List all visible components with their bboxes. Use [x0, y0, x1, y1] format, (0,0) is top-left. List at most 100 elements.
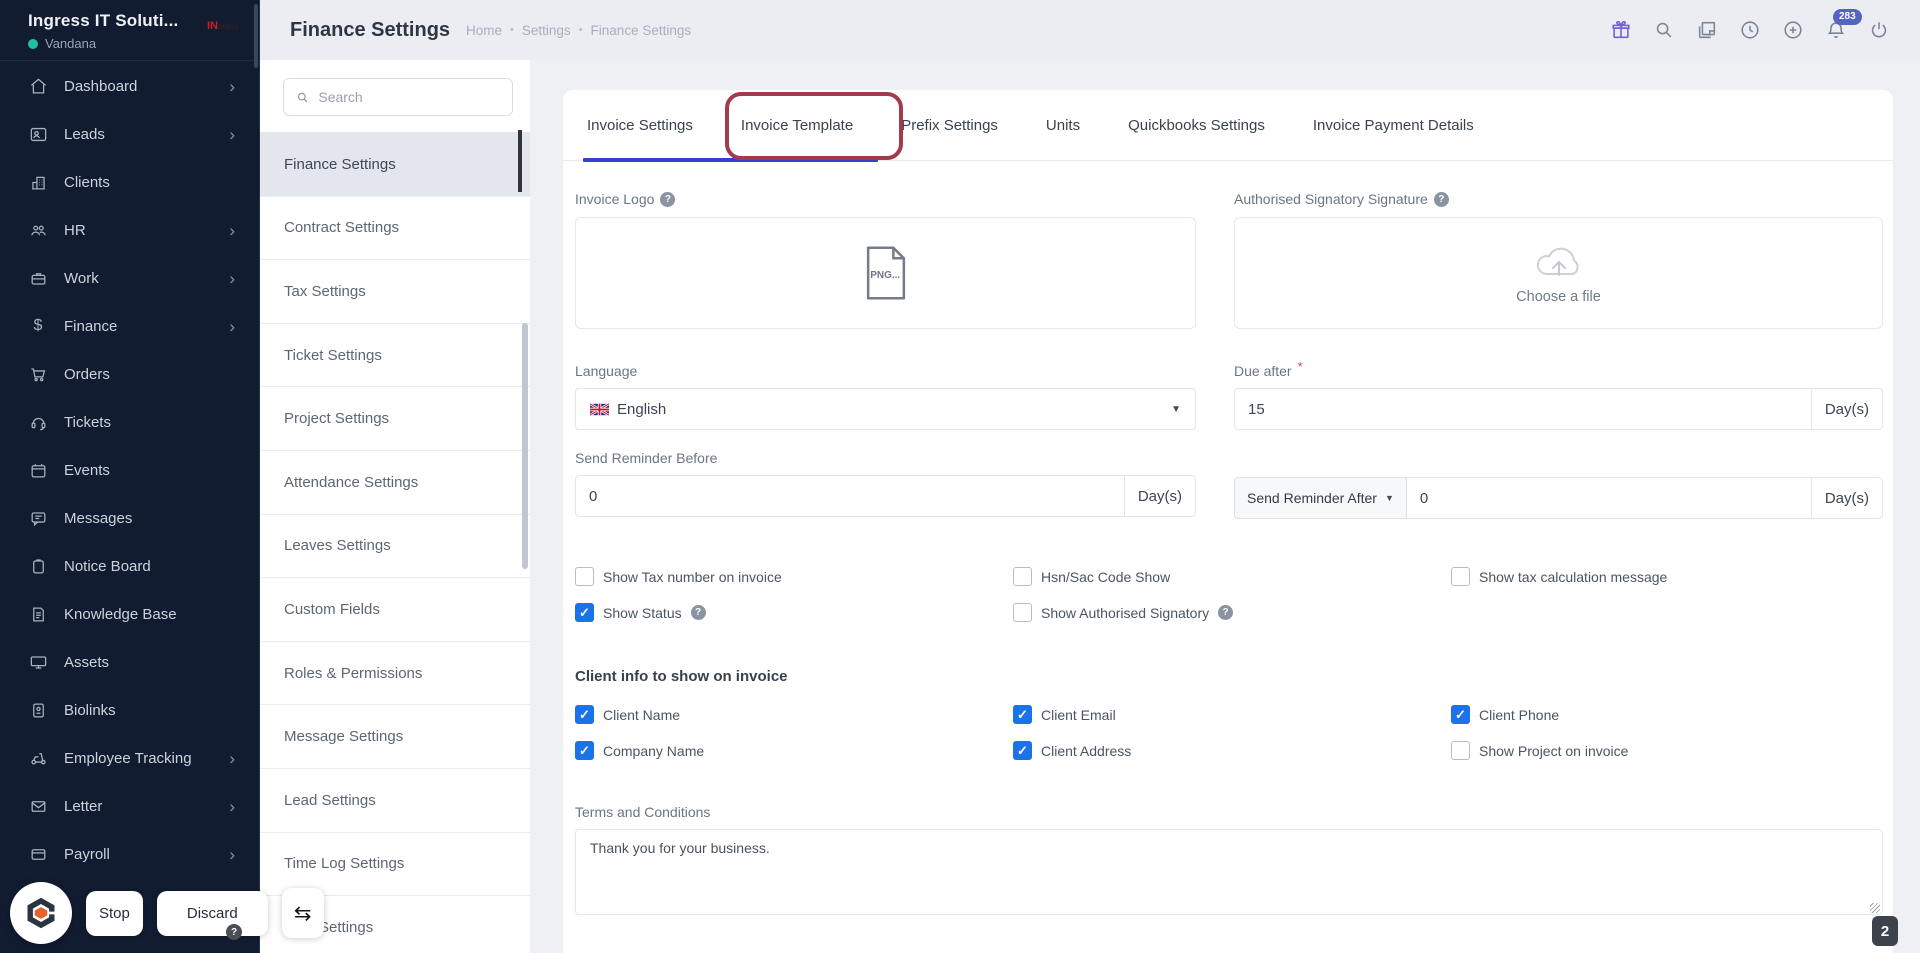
due-after-input[interactable] — [1234, 388, 1811, 430]
language-select[interactable]: English ▼ — [575, 388, 1196, 430]
checkbox-company-name[interactable]: ✓ — [575, 741, 594, 760]
sidebar-item-clients[interactable]: Clients — [0, 158, 259, 206]
terms-textarea[interactable]: Thank you for your business. — [575, 829, 1883, 915]
sidebar-item-employee-tracking[interactable]: Employee Tracking › — [0, 734, 259, 782]
sidebar-item-orders[interactable]: Orders — [0, 350, 259, 398]
plus-circle-icon[interactable] — [1780, 17, 1806, 43]
settings-nav-item-ticket-settings[interactable]: Ticket Settings — [260, 323, 530, 388]
reminder-before-input[interactable] — [575, 475, 1124, 517]
id-badge-icon — [28, 700, 48, 720]
reminder-after-dropdown[interactable]: Send Reminder After ▼ — [1234, 477, 1407, 519]
help-icon[interactable]: ? — [1218, 605, 1234, 620]
document-icon — [28, 604, 48, 624]
help-bubble[interactable]: ? — [226, 924, 242, 940]
agent-logo-icon — [27, 897, 55, 929]
checkbox-show-tax-number[interactable] — [575, 567, 594, 586]
sidebar-item-leads[interactable]: Leads › — [0, 110, 259, 158]
page-title: Finance Settings — [290, 18, 451, 41]
option-client-email: ✓ Client Email — [1013, 705, 1451, 724]
sidebar-item-finance[interactable]: $ Finance › — [0, 302, 259, 350]
invoice-logo-label: Invoice Logo ? — [575, 191, 1196, 207]
checkbox-show-status[interactable]: ✓ — [575, 603, 594, 622]
sidebar-item-assets[interactable]: Assets — [0, 638, 259, 686]
sidebar-item-knowledge-base[interactable]: Knowledge Base — [0, 590, 259, 638]
sidebar-item-notice-board[interactable]: Notice Board — [0, 542, 259, 590]
reminder-after-input[interactable] — [1406, 477, 1811, 519]
discard-button[interactable]: Discard — [156, 890, 268, 936]
invoice-settings-form: Invoice Logo ? PNG... Authorised Signato… — [563, 161, 1893, 920]
tab-invoice-template[interactable]: Invoice Template — [717, 117, 877, 134]
signature-upload[interactable]: Choose a file — [1234, 217, 1883, 329]
breadcrumb-settings[interactable]: Settings — [522, 23, 571, 38]
checkbox-client-phone[interactable]: ✓ — [1451, 705, 1470, 724]
option-client-phone: ✓ Client Phone — [1451, 705, 1883, 724]
app-sidebar: Ingress IT Soluti... Vandana INGRESS Das… — [0, 0, 260, 953]
tab-invoice-payment-details[interactable]: Invoice Payment Details — [1289, 117, 1498, 134]
chevron-right-icon: › — [229, 796, 235, 816]
ingress-logo: INGRESS — [206, 20, 239, 32]
sidebar-item-letter[interactable]: Letter › — [0, 782, 259, 830]
settings-nav-item-lead-settings[interactable]: Lead Settings — [260, 768, 530, 833]
sidebar-item-work[interactable]: Work › — [0, 254, 259, 302]
signature-label: Authorised Signatory Signature ? — [1234, 191, 1883, 207]
settings-nav-item-finance-settings[interactable]: Finance Settings — [260, 133, 530, 197]
cloud-upload-icon — [1536, 247, 1579, 276]
checkbox-show-project[interactable] — [1451, 741, 1470, 760]
checkbox-hsn-sac-code[interactable] — [1013, 567, 1032, 586]
sidebar-item-events[interactable]: Events — [0, 446, 259, 494]
caret-down-icon: ▼ — [1384, 493, 1394, 503]
settings-nav-item-custom-fields[interactable]: Custom Fields — [260, 578, 530, 642]
settings-nav-item-leaves-settings[interactable]: Leaves Settings — [260, 514, 530, 579]
breadcrumb-home[interactable]: Home — [466, 23, 502, 38]
checkbox-show-authorised-signatory[interactable] — [1013, 603, 1032, 622]
settings-nav-scrollbar[interactable] — [522, 323, 528, 569]
gift-icon[interactable] — [1608, 17, 1634, 43]
breadcrumb-separator: • — [578, 24, 583, 36]
sidebar-item-tickets[interactable]: Tickets — [0, 398, 259, 446]
settings-nav-item-contract-settings[interactable]: Contract Settings — [260, 196, 530, 261]
notes-icon[interactable] — [1694, 17, 1720, 43]
invoice-logo-upload[interactable]: PNG... — [575, 217, 1196, 329]
search-icon[interactable] — [1651, 17, 1677, 43]
settings-nav-item-message-settings[interactable]: Message Settings — [260, 705, 530, 769]
settings-nav-item-attendance-settings[interactable]: Attendance Settings — [260, 450, 530, 515]
tab-quickbooks-settings[interactable]: Quickbooks Settings — [1104, 117, 1289, 134]
tab-prefix-settings[interactable]: Prefix Settings — [877, 117, 1022, 134]
settings-nav-item-tax-settings[interactable]: Tax Settings — [260, 260, 530, 324]
resize-handle[interactable] — [1870, 903, 1880, 913]
client-info-options: ✓ Client Name ✓ Client Email ✓ Client Ph… — [575, 705, 1883, 760]
settings-nav-scrollbar-dark[interactable] — [518, 130, 522, 192]
tab-invoice-settings[interactable]: Invoice Settings — [563, 117, 717, 134]
agent-logo-button[interactable] — [10, 882, 72, 944]
clock-icon[interactable] — [1737, 17, 1763, 43]
headset-icon — [28, 412, 48, 432]
checkbox-client-email[interactable]: ✓ — [1013, 705, 1032, 724]
power-icon[interactable] — [1866, 17, 1892, 43]
sidebar-item-hr[interactable]: HR › — [0, 206, 259, 254]
bell-icon[interactable]: 283 — [1823, 9, 1862, 43]
help-icon[interactable]: ? — [660, 191, 676, 207]
sidebar-item-biolinks[interactable]: Biolinks — [0, 686, 259, 734]
stop-button[interactable]: Stop — [86, 890, 143, 936]
settings-nav-item-roles-permissions[interactable]: Roles & Permissions — [260, 641, 530, 706]
checkbox-client-address[interactable]: ✓ — [1013, 741, 1032, 760]
settings-nav-item-project-settings[interactable]: Project Settings — [260, 387, 530, 451]
sidebar-item-payroll[interactable]: Payroll › — [0, 830, 259, 878]
help-icon[interactable]: ? — [690, 605, 706, 620]
tab-units[interactable]: Units — [1022, 117, 1104, 134]
help-icon[interactable]: ? — [1433, 191, 1449, 207]
sidebar-scrollbar[interactable] — [254, 4, 258, 68]
due-after-label: Due after * — [1234, 358, 1303, 380]
page-number-badge[interactable]: 2 — [1872, 916, 1898, 946]
sidebar-item-dashboard[interactable]: Dashboard › — [0, 62, 259, 110]
png-file-icon: PNG... — [866, 246, 905, 300]
settings-search-input[interactable] — [318, 89, 500, 105]
checkbox-show-tax-calculation[interactable] — [1451, 567, 1470, 586]
sidebar-item-messages[interactable]: Messages — [0, 494, 259, 542]
checkbox-client-name[interactable]: ✓ — [575, 705, 594, 724]
briefcase-icon — [28, 268, 48, 288]
terms-label: Terms and Conditions — [575, 804, 711, 820]
swap-button[interactable]: ⇆ — [281, 888, 324, 938]
monitor-icon — [28, 652, 48, 672]
reminder-before-suffix: Day(s) — [1123, 475, 1196, 517]
